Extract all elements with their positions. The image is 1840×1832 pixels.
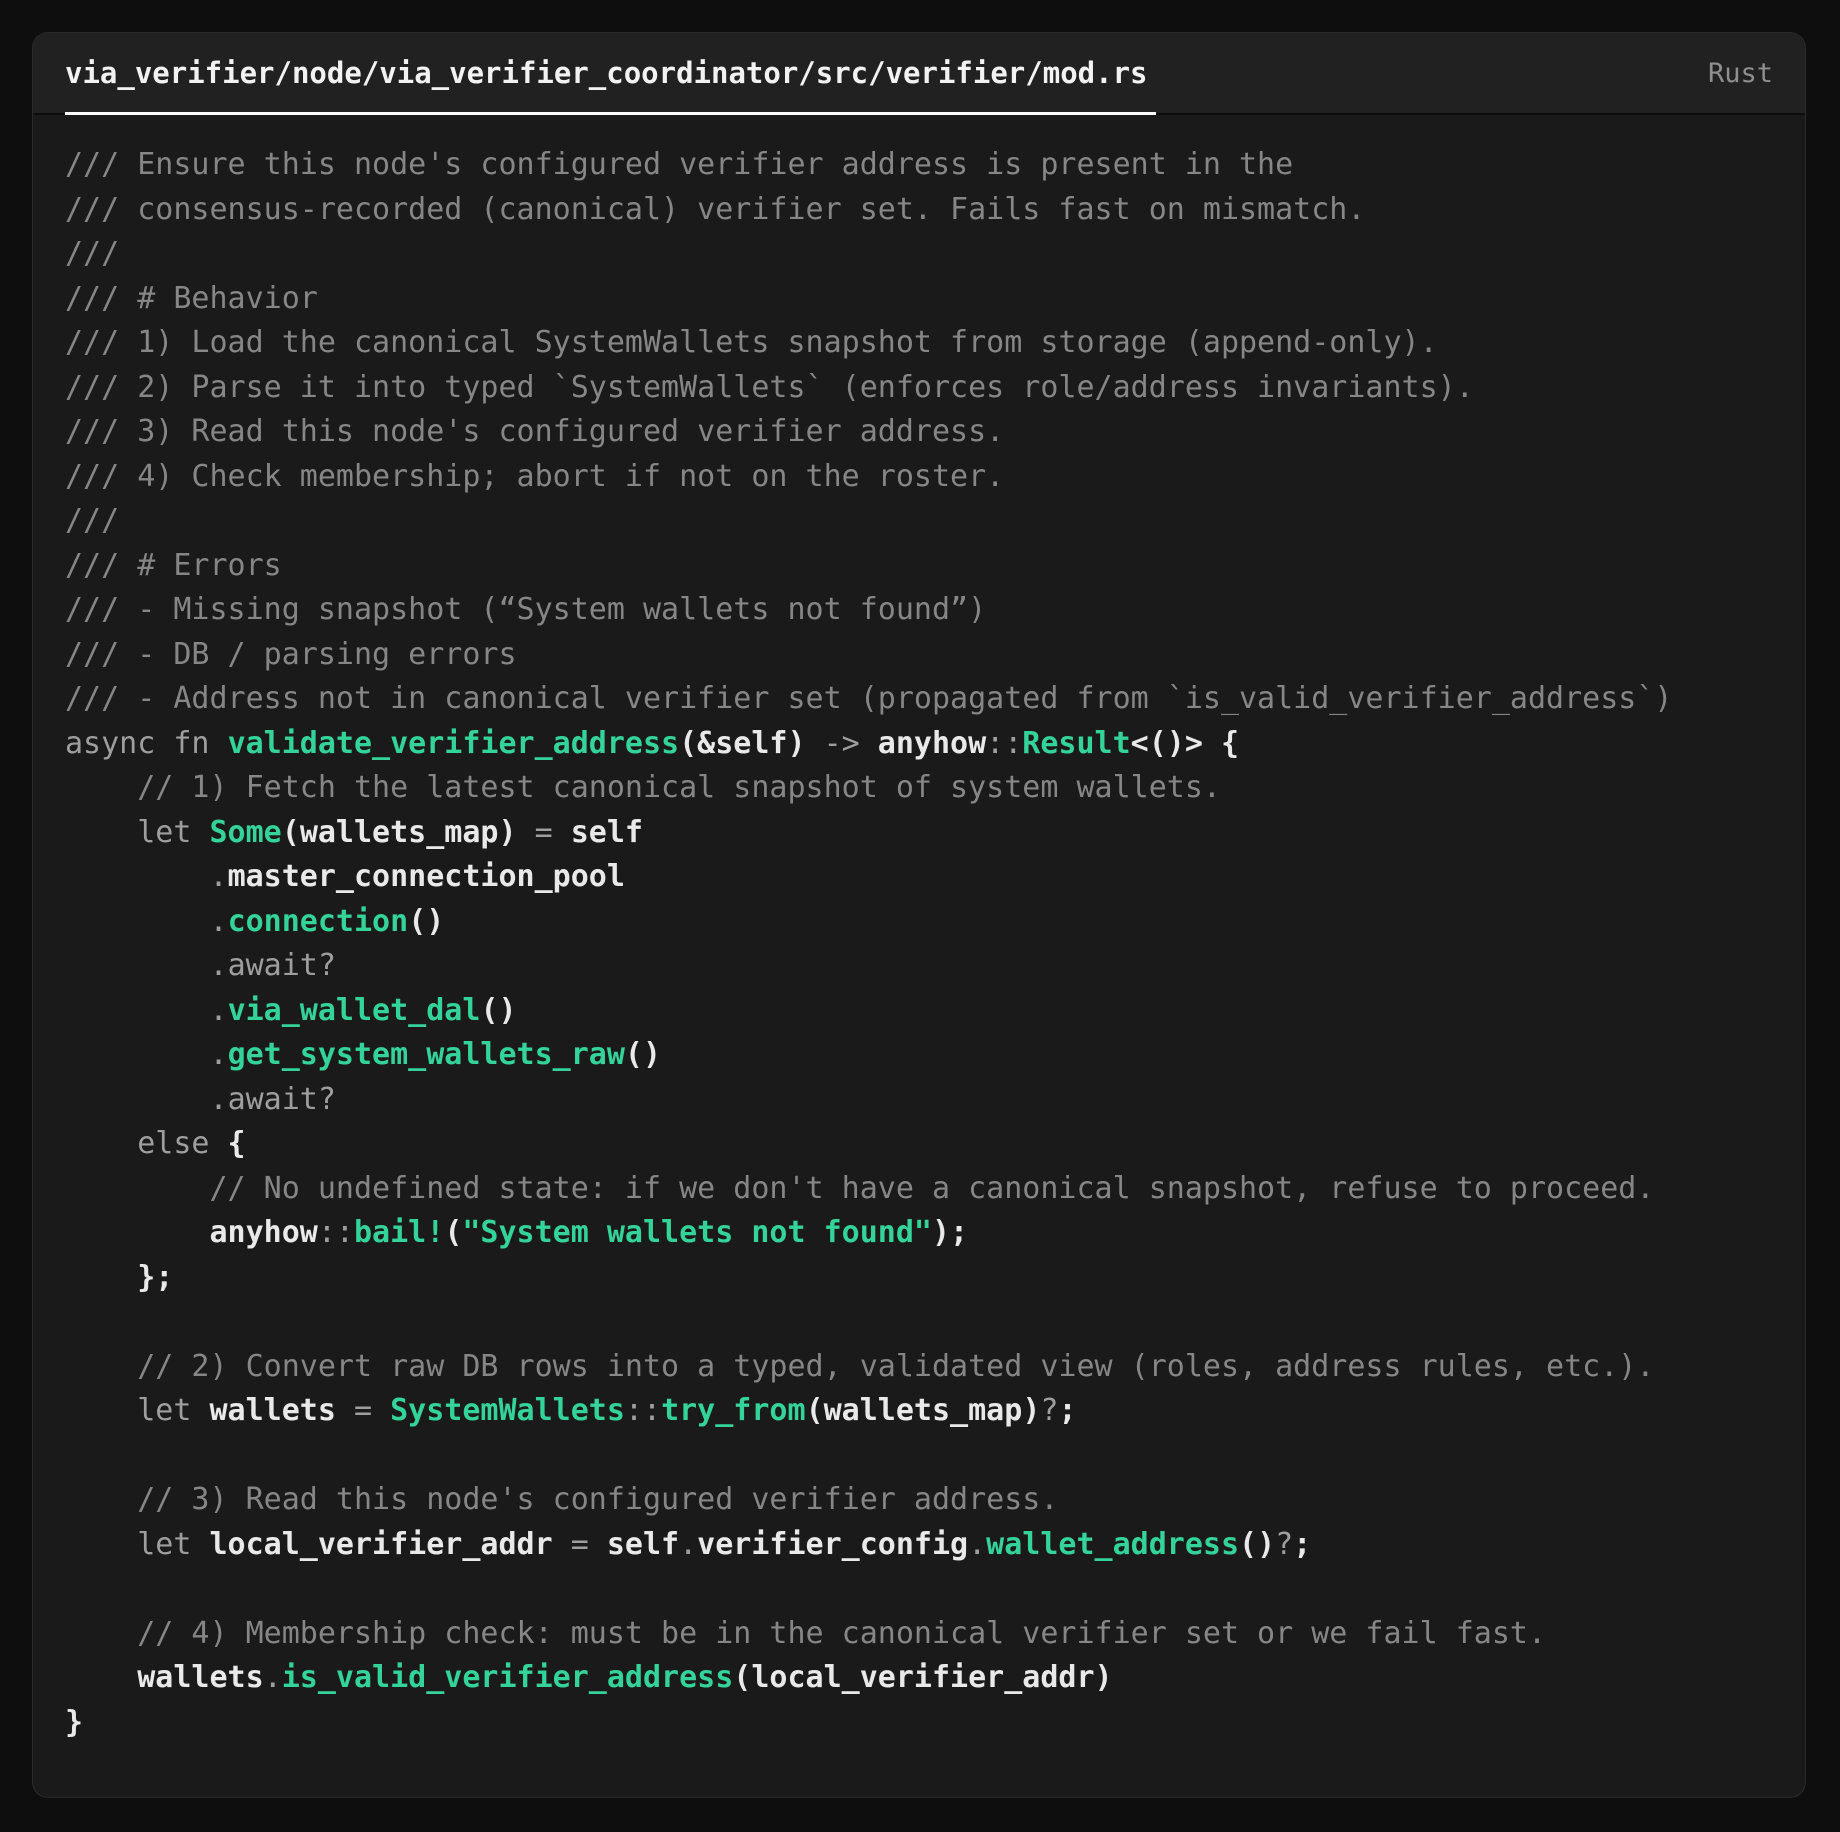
code-line: let wallets = SystemWallets::try_from(wa… — [65, 1393, 1077, 1428]
code-line: /// 2) Parse it into typed `SystemWallet… — [65, 369, 1474, 405]
code-line: /// # Errors — [65, 547, 282, 583]
code-line: .master_connection_pool — [65, 859, 625, 894]
code-line: /// - Address not in canonical verifier … — [65, 681, 1673, 716]
code-line: .await? — [65, 1081, 336, 1117]
code-line: /// Ensure this node's configured verifi… — [65, 147, 1294, 182]
code-line: else { — [65, 1126, 246, 1161]
code-card: via_verifier/node/via_verifier_coordinat… — [32, 32, 1806, 1798]
code-line: .get_system_wallets_raw() — [65, 1037, 662, 1072]
code-line: /// - DB / parsing errors — [65, 636, 517, 672]
code-card-header: via_verifier/node/via_verifier_coordinat… — [33, 33, 1805, 115]
language-label: Rust — [1707, 57, 1773, 89]
code-line: wallets.is_valid_verifier_address(local_… — [65, 1660, 1113, 1695]
code-line: .connection() — [65, 903, 445, 939]
code-line: } — [65, 1704, 84, 1740]
code-line: /// consensus-recorded (canonical) verif… — [65, 191, 1366, 227]
code-block: /// Ensure this node's configured verifi… — [33, 115, 1805, 1765]
code-line: /// — [65, 503, 120, 538]
code-line: // 2) Convert raw DB rows into a typed, … — [65, 1348, 1655, 1384]
code-line: /// 4) Check membership; abort if not on… — [65, 458, 1005, 494]
code-line: let Some(wallets_map) = self — [65, 814, 643, 850]
code-line: // 4) Membership check: must be in the c… — [65, 1615, 1547, 1651]
code-line: /// - Missing snapshot (“System wallets … — [65, 592, 987, 627]
code-line: anyhow::bail!("System wallets not found"… — [65, 1215, 969, 1250]
code-line: }; — [65, 1259, 174, 1295]
code-line: .via_wallet_dal() — [65, 992, 517, 1028]
code-line: /// 1) Load the canonical SystemWallets … — [65, 325, 1438, 360]
code-line: /// # Behavior — [65, 280, 318, 316]
code-line: // 1) Fetch the latest canonical snapsho… — [65, 770, 1221, 805]
code-line: .await? — [65, 948, 336, 983]
file-path-tab[interactable]: via_verifier/node/via_verifier_coordinat… — [65, 33, 1156, 115]
code-line: // 3) Read this node's configured verifi… — [65, 1482, 1059, 1517]
code-line: /// 3) Read this node's configured verif… — [65, 414, 1005, 449]
code-line: async fn validate_verifier_address(&self… — [65, 725, 1240, 761]
code-line: /// — [65, 236, 120, 271]
code-line: // No undefined state: if we don't have … — [65, 1170, 1655, 1206]
code-line: let local_verifier_addr = self.verifier_… — [65, 1526, 1312, 1562]
